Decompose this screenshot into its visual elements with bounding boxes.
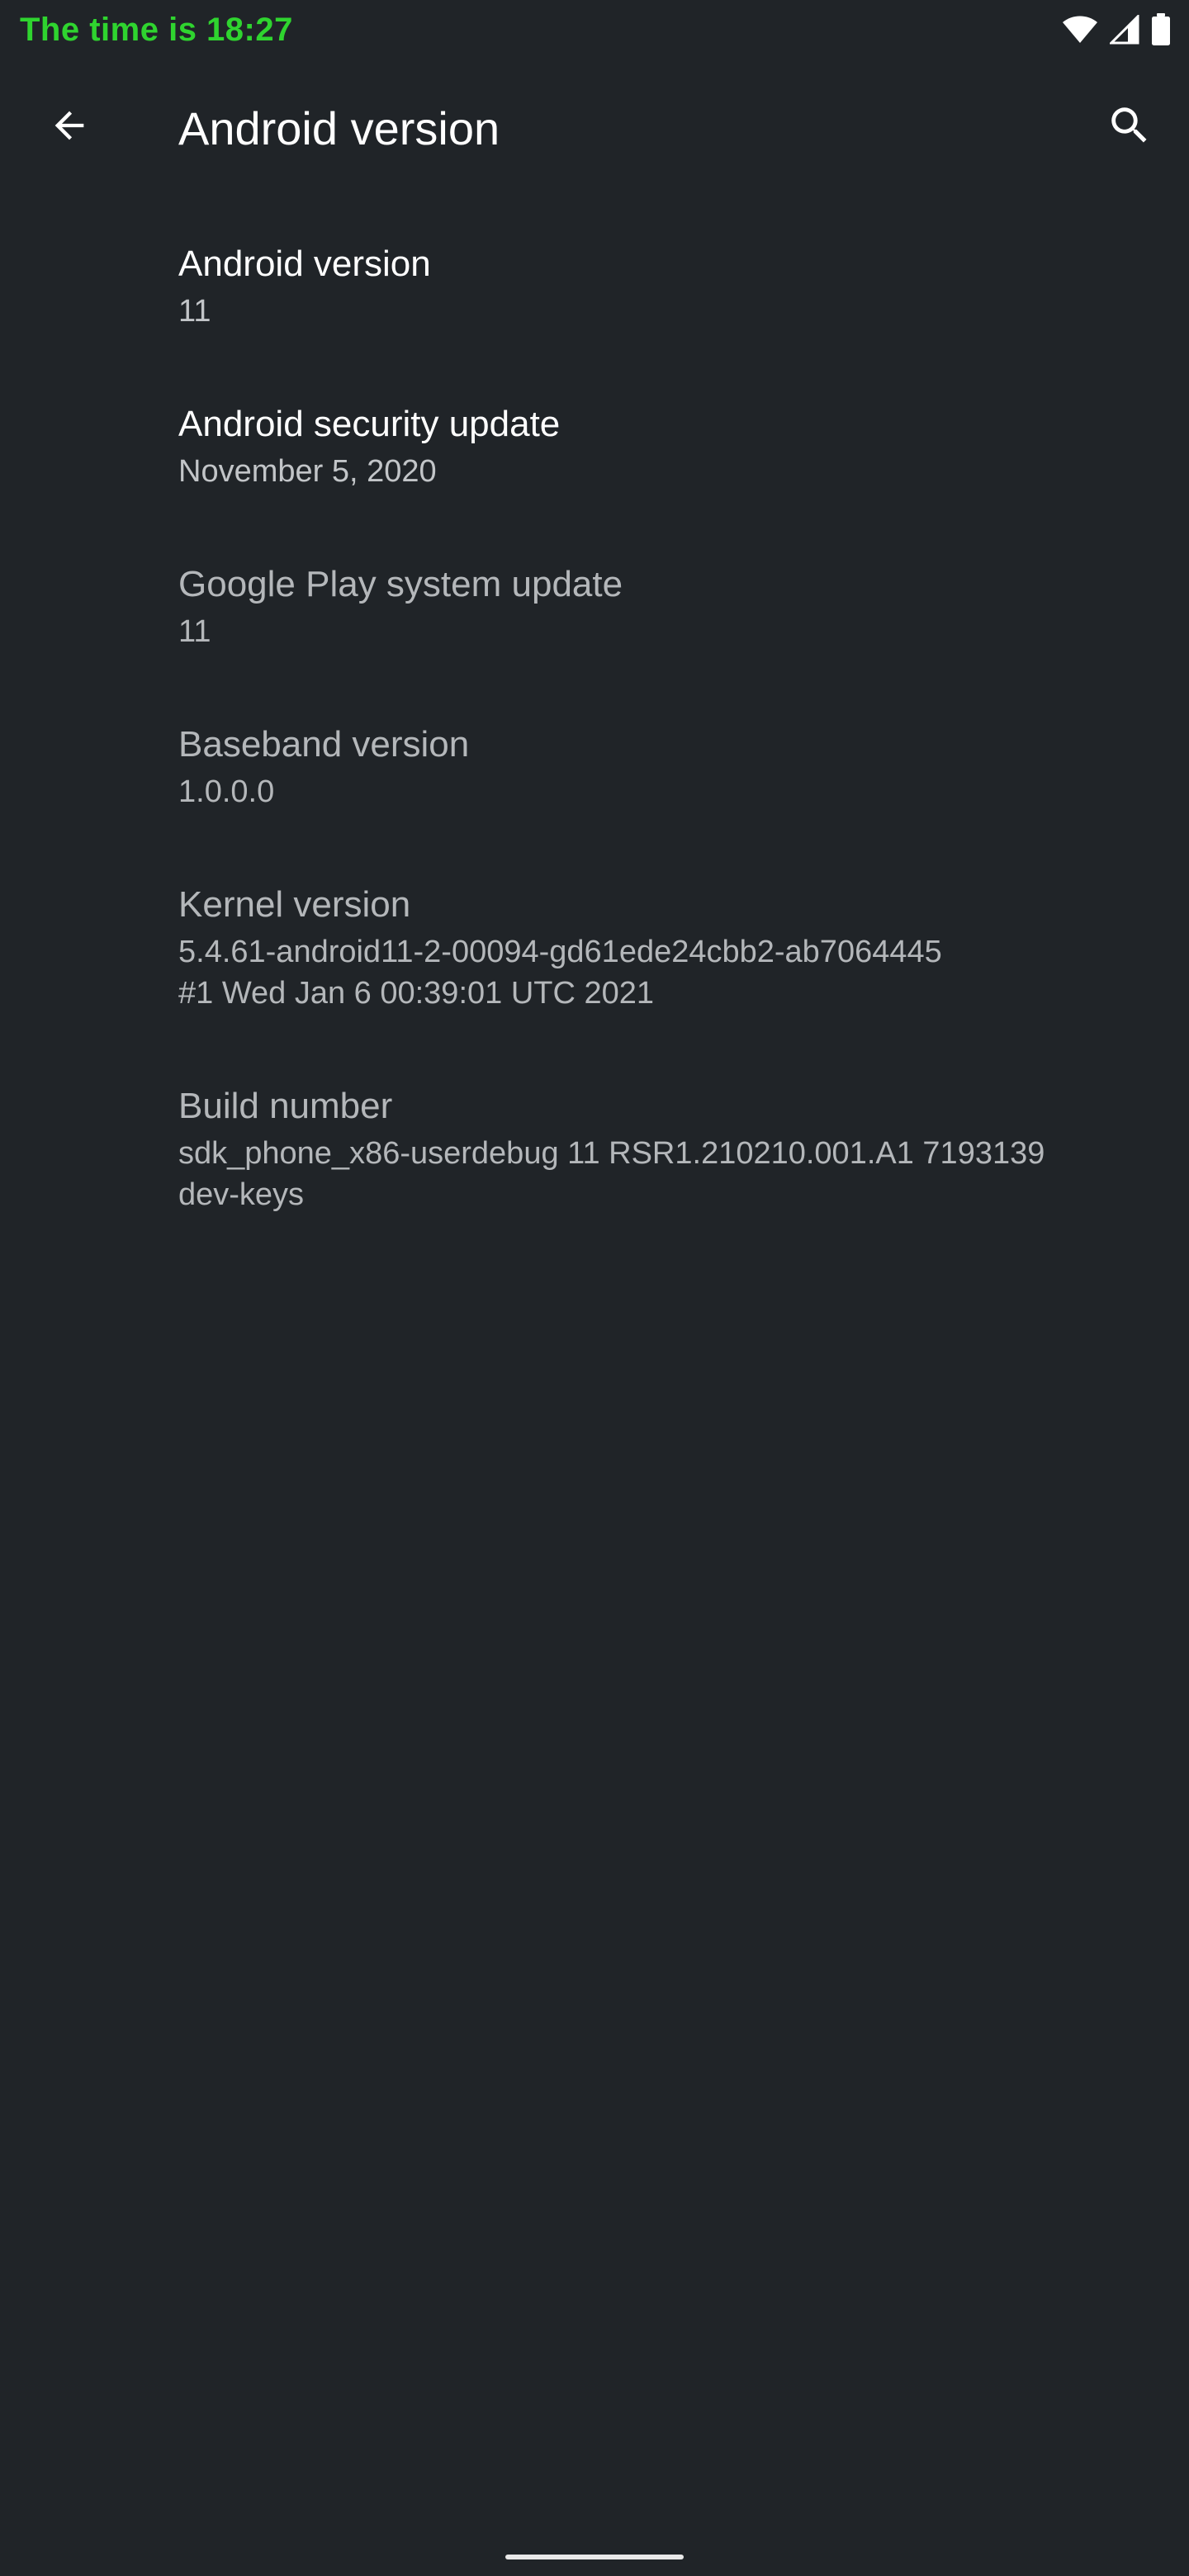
setting-baseband-version[interactable]: Baseband version 1.0.0.0: [0, 687, 1189, 847]
back-button[interactable]: [36, 94, 102, 160]
setting-android-version[interactable]: Android version 11: [0, 206, 1189, 367]
search-icon: [1106, 102, 1153, 154]
setting-title: Kernel version: [178, 884, 411, 925]
setting-title: Build number: [178, 1086, 393, 1126]
status-time: The time is 18:27: [20, 12, 293, 48]
setting-summary: November 5, 2020: [178, 454, 437, 489]
arrow-back-icon: [48, 104, 91, 151]
setting-kernel-version[interactable]: Kernel version 5.4.61-android11-2-00094-…: [0, 847, 1189, 1049]
search-button[interactable]: [1097, 94, 1163, 160]
page-title: Android version: [178, 102, 500, 154]
setting-summary: 1.0.0.0: [178, 774, 275, 809]
app-bar: Android version: [0, 76, 1189, 185]
navigation-handle[interactable]: [505, 2555, 684, 2559]
setting-title: Baseband version: [178, 724, 470, 765]
status-icons: [1062, 13, 1171, 46]
cellular-signal-icon: [1110, 15, 1139, 45]
setting-title: Android version: [178, 244, 431, 284]
status-bar: The time is 18:27: [0, 0, 1189, 59]
setting-summary: 11: [178, 614, 211, 649]
setting-build-number[interactable]: Build number sdk_phone_x86-userdebug 11 …: [0, 1049, 1189, 1250]
setting-security-update[interactable]: Android security update November 5, 2020: [0, 367, 1189, 527]
setting-play-system-update[interactable]: Google Play system update 11: [0, 527, 1189, 687]
wifi-icon: [1062, 15, 1098, 45]
setting-title: Android security update: [178, 404, 561, 444]
settings-list: Android version 11 Android security upda…: [0, 206, 1189, 1250]
battery-icon: [1151, 13, 1171, 46]
setting-summary: 5.4.61-android11-2-00094-gd61ede24cbb2-a…: [178, 935, 942, 1011]
setting-summary: 11: [178, 294, 211, 329]
setting-summary: sdk_phone_x86-userdebug 11 RSR1.210210.0…: [178, 1136, 1045, 1212]
setting-title: Google Play system update: [178, 564, 623, 604]
